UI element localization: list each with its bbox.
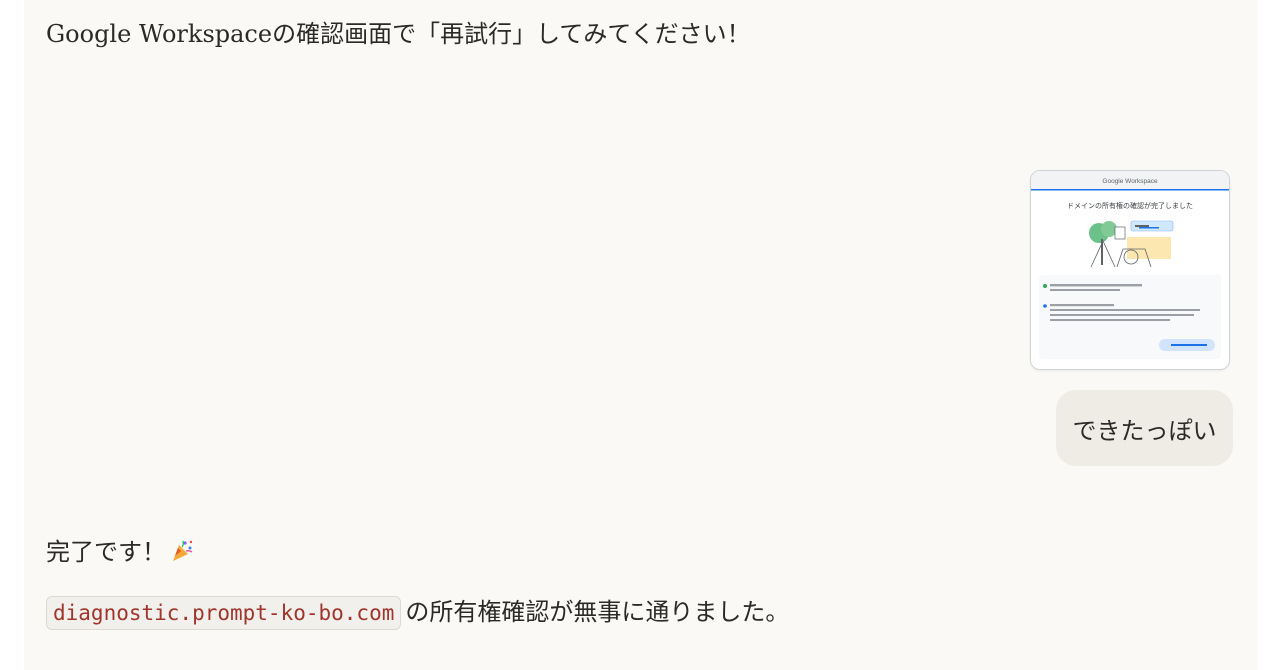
party-popper-icon bbox=[170, 539, 194, 563]
thumb-heading: ドメインの所有権の確認が完了しました bbox=[1067, 201, 1193, 210]
thumb-logo-text: Google Workspace bbox=[1102, 178, 1158, 185]
assistant-message-retry-instruction: Google Workspaceの確認画面で「再試行」してみてください！ bbox=[46, 20, 751, 48]
attached-screenshot-thumbnail[interactable]: Google Workspace ドメインの所有権の確認が完了しました bbox=[1030, 170, 1230, 370]
assistant-complete-text: 完了です！ bbox=[46, 538, 166, 566]
assistant-message-verified: diagnostic.prompt-ko-bo.com の所有権確認が無事に通りま… bbox=[46, 596, 790, 630]
domain-inline-code: diagnostic.prompt-ko-bo.com bbox=[46, 596, 402, 630]
assistant-message-complete: 完了です！ bbox=[46, 536, 194, 568]
chat-transcript: Google Workspaceの確認画面で「再試行」してみてください！ Goo… bbox=[24, 0, 1257, 670]
user-message-bubble: できたっぽい bbox=[1056, 390, 1233, 466]
screenshot-preview-image: Google Workspace ドメインの所有権の確認が完了しました bbox=[1031, 171, 1229, 369]
verified-suffix-text: の所有権確認が無事に通りました。 bbox=[405, 598, 790, 626]
